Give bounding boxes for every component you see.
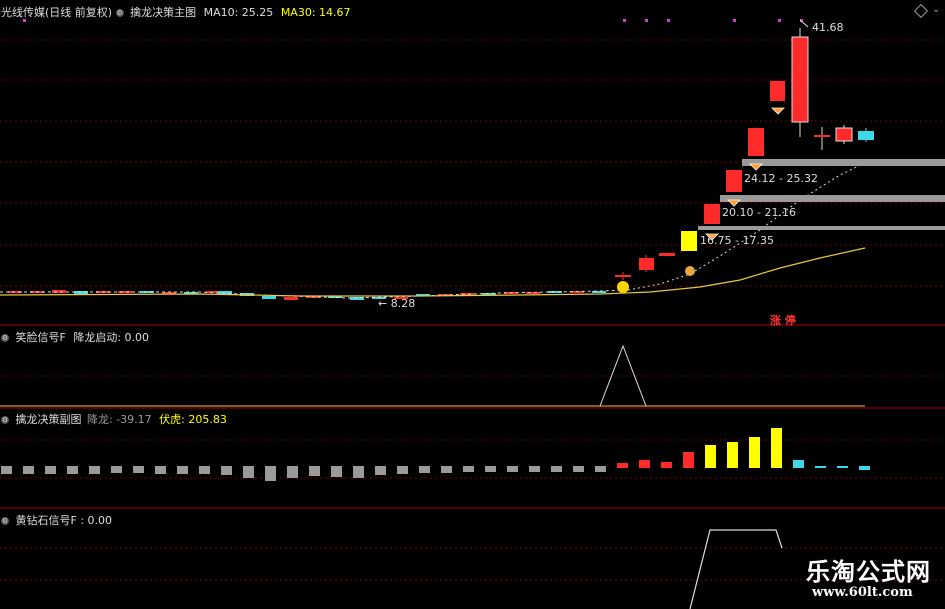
settings-icon[interactable]: ⚙: [115, 9, 124, 17]
range-label-2: 20.10 - 21.16: [722, 206, 796, 219]
high-pointer: [799, 19, 809, 28]
watermark-name: 乐淘公式网: [806, 558, 931, 586]
settings-icon[interactable]: ⚙: [1, 334, 9, 342]
low-value: 8.28: [390, 297, 416, 310]
sub1-value: 降龙启动: 0.00: [73, 331, 150, 344]
left-arrow-icon: ←: [378, 297, 388, 310]
resistance-bars: [698, 159, 945, 230]
zhangting-label: 涨 停: [770, 314, 796, 327]
ma10-value: MA10: 25.25: [203, 6, 274, 19]
low-label: ← 8.28: [378, 297, 415, 310]
sub2-bars: [1, 428, 870, 481]
sub2-header: ⚙ 擒龙决策副图 降龙: -39.17 伏虎: 205.83: [1, 411, 227, 427]
sub3-title: 黄钻石信号F: [15, 514, 77, 527]
ma-line: [0, 247, 866, 297]
settings-icon[interactable]: ⚙: [1, 517, 9, 525]
chevron-down-icon[interactable]: ⌄: [932, 4, 940, 15]
main-header: 光线传媒(日线 前复权) ⚙ 擒龙决策主图 MA10: 25.25 MA30: …: [1, 4, 351, 20]
range-label-3: 16.75 - 17.35: [700, 234, 774, 247]
sub3-header: ⚙ 黄钻石信号F : 0.00: [1, 512, 112, 528]
sub2-title: 擒龙决策副图: [15, 413, 82, 426]
high-label: 41.68: [812, 21, 844, 34]
indicator-title: 擒龙决策主图: [130, 6, 197, 19]
ma30-value: MA30: 14.67: [280, 6, 351, 19]
smile-icon: [617, 281, 629, 293]
settings-icon[interactable]: ⚙: [1, 416, 9, 424]
sub2-value-2: 伏虎: 205.83: [159, 413, 227, 426]
sub2-value-1: 降龙: -39.17: [87, 413, 152, 426]
watermark-url: www.60lt.com: [812, 585, 913, 600]
money-bag-icon: [685, 266, 695, 276]
sub1-header: ⚙ 笑脸信号F 降龙启动: 0.00: [1, 329, 149, 345]
stock-title: 光线传媒(日线 前复权): [1, 6, 113, 19]
range-label-1: 24.12 - 25.32: [744, 172, 818, 185]
sub1-title: 笑脸信号F: [15, 331, 66, 344]
diamond-signal-line: [689, 529, 783, 609]
sub3-value: : 0.00: [80, 514, 113, 527]
chart-canvas[interactable]: [0, 0, 945, 609]
